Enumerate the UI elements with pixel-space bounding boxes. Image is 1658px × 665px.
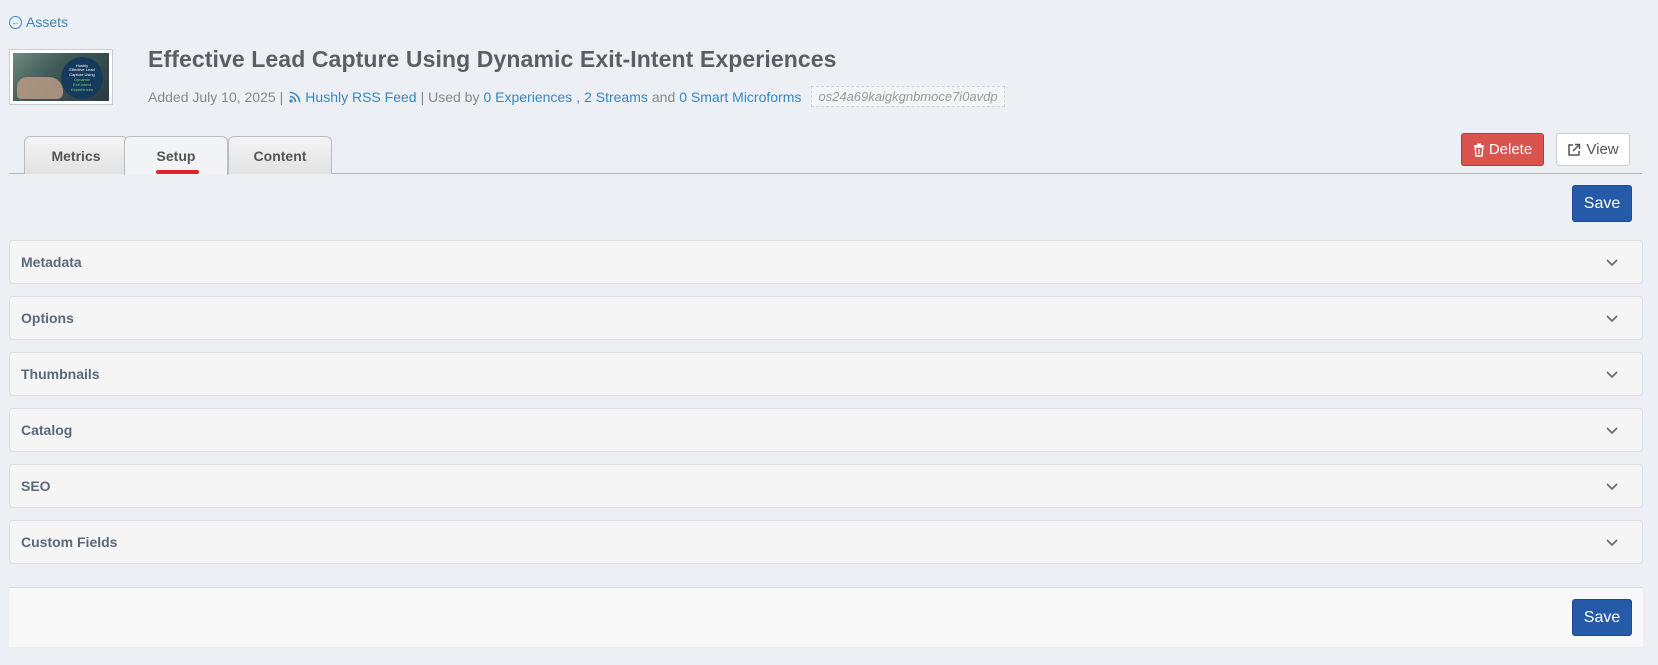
panel-label: Catalog xyxy=(21,422,73,438)
added-date: Added July 10, 2025 xyxy=(148,88,276,105)
save-button-bottom[interactable]: Save xyxy=(1572,599,1632,636)
view-label: View xyxy=(1586,141,1619,158)
asset-title: Effective Lead Capture Using Dynamic Exi… xyxy=(148,46,837,72)
asset-id-code: os24a69kaigkgnbmoce7i0avdp xyxy=(811,86,1005,107)
tab-label: Content xyxy=(253,147,307,164)
save-label: Save xyxy=(1583,608,1621,626)
panel-metadata[interactable]: Metadata xyxy=(9,240,1643,284)
tab-label: Metrics xyxy=(51,147,101,164)
tab-metrics[interactable]: Metrics xyxy=(24,136,128,174)
active-tab-indicator xyxy=(156,170,199,174)
chevron-down-icon xyxy=(1606,259,1618,267)
asset-meta: Added July 10, 2025 | Hushly RSS Feed | … xyxy=(148,86,1005,107)
streams-link[interactable]: 2 Streams xyxy=(584,89,648,105)
back-to-assets-link[interactable]: ← Assets xyxy=(9,14,68,30)
save-label: Save xyxy=(1583,194,1621,212)
footer-bar xyxy=(9,587,1643,647)
thumbnail-text: Experiences xyxy=(70,86,93,92)
source-link[interactable]: Hushly RSS Feed xyxy=(305,89,416,105)
chevron-down-icon xyxy=(1606,371,1618,379)
used-by-label: | Used by xyxy=(420,88,480,105)
chevron-down-icon xyxy=(1606,483,1618,491)
panel-seo[interactable]: SEO xyxy=(9,464,1643,508)
chevron-down-icon xyxy=(1606,427,1618,435)
microforms-link[interactable]: 0 Smart Microforms xyxy=(679,89,801,105)
save-button-top[interactable]: Save xyxy=(1572,185,1632,222)
panel-label: SEO xyxy=(21,478,51,494)
panel-catalog[interactable]: Catalog xyxy=(9,408,1643,452)
panel-custom-fields[interactable]: Custom Fields xyxy=(9,520,1643,564)
panel-thumbnails[interactable]: Thumbnails xyxy=(9,352,1643,396)
view-button[interactable]: View xyxy=(1556,133,1630,166)
arrow-left-circle-icon: ← xyxy=(9,15,22,29)
delete-button[interactable]: Delete xyxy=(1461,133,1544,166)
external-link-icon xyxy=(1568,143,1581,156)
back-link-label: Assets xyxy=(26,14,69,30)
panel-label: Thumbnails xyxy=(21,366,100,382)
tab-bar: Metrics Setup Content xyxy=(9,135,1642,175)
trash-icon xyxy=(1473,143,1484,157)
delete-label: Delete xyxy=(1488,141,1533,158)
chevron-down-icon xyxy=(1606,539,1618,547)
and-label: and xyxy=(651,88,676,105)
tab-content[interactable]: Content xyxy=(228,136,332,174)
panel-label: Metadata xyxy=(21,254,82,270)
panel-label: Options xyxy=(21,310,74,326)
asset-thumbnail: Hushly Effective Lead Capture Using Dyna… xyxy=(9,49,113,105)
tab-label: Setup xyxy=(156,148,196,164)
tab-setup[interactable]: Setup xyxy=(124,136,228,175)
rss-icon xyxy=(289,91,301,103)
separator: | xyxy=(279,88,284,105)
panel-label: Custom Fields xyxy=(21,534,118,550)
experiences-link[interactable]: 0 Experiences xyxy=(483,89,572,105)
chevron-down-icon xyxy=(1606,315,1618,323)
comma: , xyxy=(576,88,581,105)
panel-options[interactable]: Options xyxy=(9,296,1643,340)
